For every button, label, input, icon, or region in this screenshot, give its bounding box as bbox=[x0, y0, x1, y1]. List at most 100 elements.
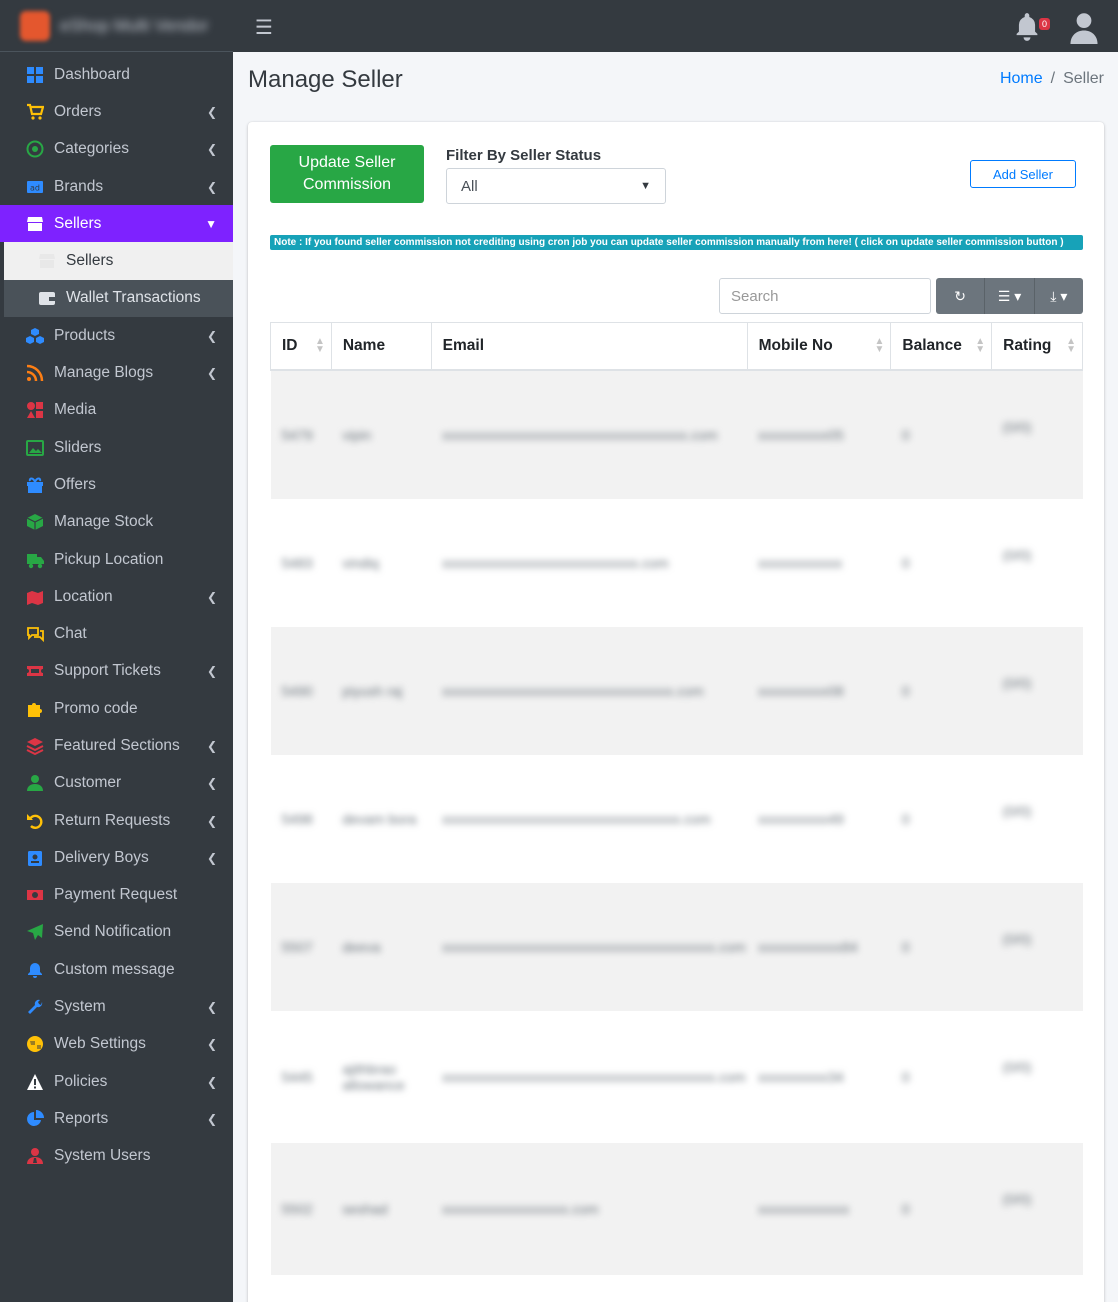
sidebar-item-manage-stock[interactable]: Manage Stock bbox=[0, 504, 233, 541]
sort-icon: ▲ ▼ bbox=[1066, 335, 1076, 355]
sidebar-item-pickup-location[interactable]: Pickup Location bbox=[0, 541, 233, 578]
brand-logo bbox=[20, 10, 50, 41]
cell-name: seshad bbox=[342, 1200, 388, 1217]
image-icon bbox=[25, 438, 45, 458]
chevron-left-icon: ❮ bbox=[206, 142, 217, 157]
cell-id: 5490 bbox=[281, 682, 313, 699]
table-body: 5479 vipin xxxxxxxxxxxxxxxxxxxxxxxxxxxxxxx… bbox=[270, 369, 1083, 1275]
table-row[interactable]: 5507 deeva xxxxxxxxxxxxxxxxxxxxxxxxxxxxxxx… bbox=[270, 882, 1083, 1011]
chevron-left-icon: ❮ bbox=[206, 1037, 217, 1052]
target-icon bbox=[25, 139, 45, 159]
refresh-icon[interactable]: ↻ bbox=[936, 278, 986, 314]
sidebar-item-reports[interactable]: Reports ❮ bbox=[0, 1100, 233, 1137]
cart-icon bbox=[25, 102, 45, 122]
user-avatar-icon[interactable] bbox=[1069, 12, 1099, 49]
warning-icon bbox=[25, 1072, 45, 1092]
chevron-left-icon: ❮ bbox=[206, 1000, 217, 1015]
cell-balance: 0 bbox=[901, 938, 910, 955]
sidebar-item-products[interactable]: Products ❮ bbox=[0, 317, 233, 354]
sidebar-item-custom-message[interactable]: Custom message bbox=[0, 951, 233, 988]
topbar: ☰ 0 bbox=[233, 0, 1118, 52]
add-seller-button[interactable]: Add Seller bbox=[970, 160, 1076, 188]
table-row[interactable]: 5498 devam bora xxxxxxxxxxxxxxxxxxxxxxxxxx… bbox=[270, 754, 1083, 883]
sidebar-item-sellers[interactable]: Sellers ▼ bbox=[0, 205, 233, 243]
sidebar-item-send-notification[interactable]: Send Notification bbox=[0, 914, 233, 951]
chevron-left-icon: ❮ bbox=[206, 179, 217, 194]
sidebar-item-dashboard[interactable]: Dashboard bbox=[0, 56, 233, 93]
sidebar-subitem-wallet-transactions[interactable]: Wallet Transactions bbox=[4, 279, 233, 318]
export-download-icon[interactable]: ⤓ ▾ bbox=[1035, 278, 1083, 314]
column-header-balance[interactable]: Balance ▲ ▼ bbox=[890, 322, 993, 371]
chevron-left-icon: ❮ bbox=[206, 738, 217, 753]
sidebar-subitem-sellers[interactable]: Sellers bbox=[4, 242, 233, 280]
column-header-mobile-no[interactable]: Mobile No ▲ ▼ bbox=[746, 322, 892, 371]
sort-icon: ▲ ▼ bbox=[314, 335, 325, 355]
sidebar-item-label: Dashboard bbox=[54, 65, 130, 83]
sidebar-item-label: Payment Request bbox=[54, 886, 178, 904]
column-header-name[interactable]: Name bbox=[330, 322, 432, 371]
sidebar-item-label: Featured Sections bbox=[54, 736, 180, 754]
sidebar-item-label: Categories bbox=[54, 140, 129, 158]
page-title: Manage Seller bbox=[248, 66, 403, 93]
sidebar-item-location[interactable]: Location ❮ bbox=[0, 578, 233, 615]
breadcrumb-home[interactable]: Home bbox=[1000, 70, 1043, 87]
cell-mobile: xxxxxxxxxxxx84 bbox=[758, 938, 858, 955]
sidebar-item-delivery-boys[interactable]: Delivery Boys ❮ bbox=[0, 839, 233, 876]
seller-status-select[interactable]: All ▼ bbox=[446, 168, 666, 204]
table-header-row: ID ▲ ▼ Name Email Mobile No ▲ ▼ Balance ▲ ▼ Rating ▲… bbox=[270, 322, 1083, 371]
sidebar-item-media[interactable]: Media bbox=[0, 392, 233, 429]
map-icon bbox=[25, 587, 45, 607]
sidebar-item-offers[interactable]: Offers bbox=[0, 466, 233, 503]
sidebar-item-chat[interactable]: Chat bbox=[0, 615, 233, 652]
sidebar-item-web-settings[interactable]: Web Settings ❮ bbox=[0, 1026, 233, 1063]
cell-mobile: xxxxxxxxxx05 bbox=[758, 426, 844, 443]
column-header-id[interactable]: ID ▲ ▼ bbox=[270, 322, 332, 371]
sidebar-item-orders[interactable]: Orders ❮ bbox=[0, 93, 233, 130]
columns-toggle-icon[interactable]: ☰ ▾ bbox=[985, 278, 1035, 314]
table-row[interactable]: 5502 seshad xxxxxxxxxxxxxxxxxx.com xxxxxxxx… bbox=[270, 1142, 1083, 1275]
sidebar-item-system[interactable]: System ❮ bbox=[0, 988, 233, 1025]
cell-id: 5507 bbox=[281, 938, 313, 955]
sidebar-item-customer[interactable]: Customer ❮ bbox=[0, 765, 233, 802]
sidebar-item-featured-sections[interactable]: Featured Sections ❮ bbox=[0, 727, 233, 764]
table-row[interactable]: 5483 vindiq xxxxxxxxxxxxxxxxxxxxxxxxxxxx.c… bbox=[270, 498, 1083, 627]
sidebar-item-brands[interactable]: ad Brands ❮ bbox=[0, 168, 233, 205]
column-header-rating[interactable]: Rating ▲ ▼ bbox=[991, 322, 1083, 371]
column-header-label: Email bbox=[442, 336, 485, 354]
cell-rating: (0/0) bbox=[1002, 1058, 1032, 1075]
sidebar-item-label: Products bbox=[54, 326, 116, 344]
sidebar-item-manage-blogs[interactable]: Manage Blogs ❮ bbox=[0, 354, 233, 391]
column-header-label: Mobile No bbox=[758, 336, 833, 354]
wallet-icon bbox=[37, 288, 57, 308]
cell-email: xxxxxxxxxxxxxxxxxxxxxxxxxxxxxxxxxxxxxxx.… bbox=[442, 1068, 746, 1085]
cubes-icon bbox=[25, 326, 45, 346]
sidebar-item-return-requests[interactable]: Return Requests ❮ bbox=[0, 802, 233, 839]
table-row[interactable]: 5479 vipin xxxxxxxxxxxxxxxxxxxxxxxxxxxxxxx… bbox=[270, 369, 1083, 499]
sidebar-item-sliders[interactable]: Sliders bbox=[0, 429, 233, 466]
notification-bell-icon[interactable] bbox=[1013, 12, 1041, 47]
table-row[interactable]: 5445 ajithbrao allowance xxxxxxxxxxxxxxxxx… bbox=[270, 1010, 1083, 1143]
sidebar-item-label: Sliders bbox=[54, 438, 102, 456]
sidebar-item-label: Manage Stock bbox=[54, 513, 154, 531]
sidebar-item-policies[interactable]: Policies ❮ bbox=[0, 1063, 233, 1100]
table-row[interactable]: 5490 piyush raj xxxxxxxxxxxxxxxxxxxxxxxxxx… bbox=[270, 626, 1083, 755]
search-input[interactable]: Search bbox=[719, 278, 931, 314]
sidebar-item-label: Manage Blogs bbox=[54, 364, 154, 382]
menu-toggle-icon[interactable]: ☰ bbox=[255, 15, 273, 40]
sidebar-item-support-tickets[interactable]: Support Tickets ❮ bbox=[0, 653, 233, 690]
update-seller-commission-button[interactable]: Update Seller Commission bbox=[270, 145, 424, 203]
column-header-email[interactable]: Email bbox=[430, 322, 748, 371]
brand[interactable]: eShop Multi Vendor bbox=[0, 0, 233, 52]
sidebar-item-payment-request[interactable]: Payment Request bbox=[0, 877, 233, 914]
sidebar-item-categories[interactable]: Categories ❮ bbox=[0, 131, 233, 168]
cell-rating: (0/0) bbox=[1002, 418, 1032, 435]
sidebar-item-label: Web Settings bbox=[54, 1035, 146, 1053]
chevron-left-icon: ❮ bbox=[206, 813, 217, 828]
sidebar-item-label: Customer bbox=[54, 774, 122, 792]
cell-name: ajithbrao allowance bbox=[342, 1060, 405, 1093]
sidebar-item-promo-code[interactable]: Promo code bbox=[0, 690, 233, 727]
cell-id: 5445 bbox=[281, 1068, 313, 1085]
sidebar-item-system-users[interactable]: System Users bbox=[0, 1138, 233, 1175]
cell-id: 5498 bbox=[281, 810, 313, 827]
store-icon bbox=[25, 214, 45, 234]
